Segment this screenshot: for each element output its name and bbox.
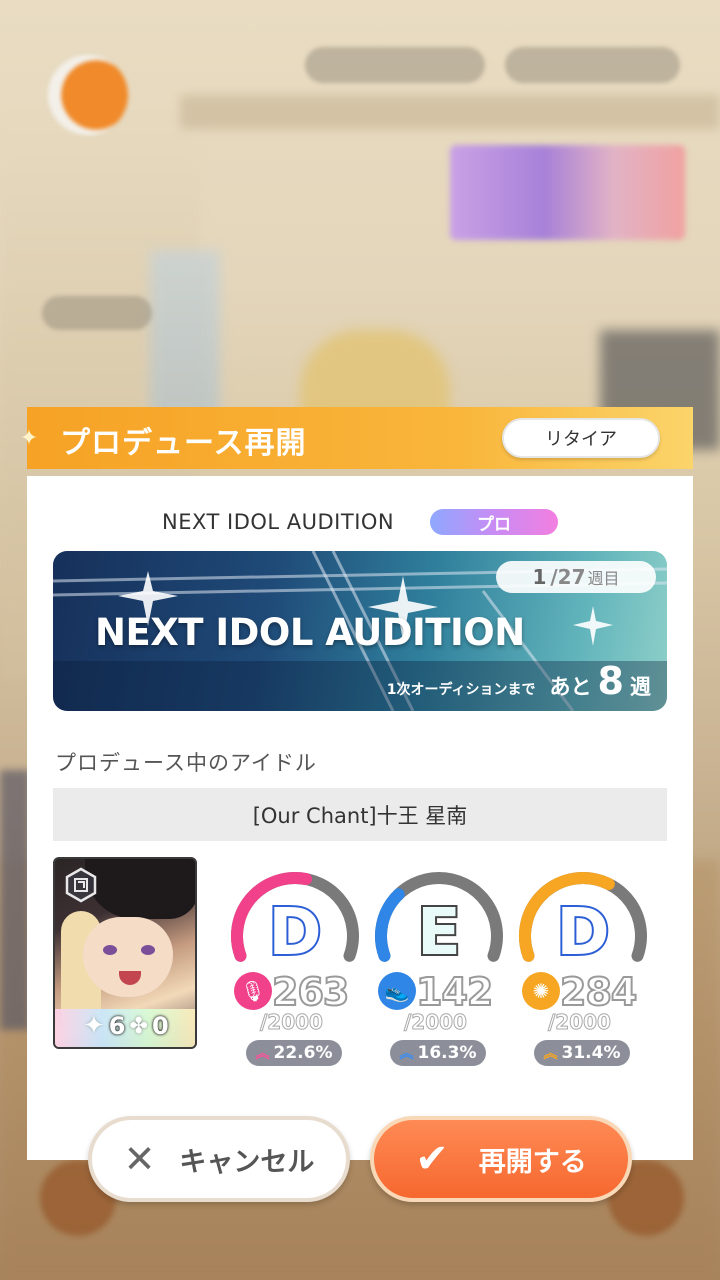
cancel-label: キャンセル	[179, 1146, 315, 1178]
sparkle-icon: ✦	[83, 1011, 105, 1041]
card-clover-count: 0	[151, 1012, 169, 1040]
double-chevron-up-icon: ︽	[255, 1046, 270, 1062]
visual-growth: ︽ 31.4%	[534, 1040, 630, 1066]
dance-param: E 👟 142 /2000 ︽ 16.3%	[372, 856, 512, 1076]
card-star-count: 6	[108, 1012, 126, 1040]
vocal-growth-value: 22.6%	[273, 1043, 333, 1063]
visual-icon: ✺	[522, 972, 560, 1010]
dance-growth: ︽ 16.3%	[390, 1040, 486, 1066]
check-icon: ✔	[415, 1136, 449, 1182]
close-icon: ✕	[123, 1137, 156, 1181]
resume-button[interactable]: ✔ 再開する	[370, 1116, 632, 1202]
dance-max: /2000	[404, 1010, 468, 1035]
dialog-title: プロデュース再開	[60, 426, 307, 461]
dance-growth-value: 16.3%	[417, 1043, 477, 1063]
card-stats: ✦ 6 ✤ 0	[83, 1011, 169, 1041]
producing-idol-label: プロデュース中のアイドル	[55, 751, 317, 775]
idol-name: [Our Chant]十王 星南	[53, 788, 667, 841]
countdown-unit: 週	[630, 675, 651, 699]
microphone-icon: 🎙	[234, 972, 272, 1010]
audition-name: NEXT IDOL AUDITION	[162, 510, 395, 534]
double-chevron-up-icon: ︽	[543, 1046, 558, 1062]
visual-param: D ✺ 284 /2000 ︽ 31.4%	[516, 856, 656, 1076]
sparkle-icon: ✦	[19, 426, 39, 451]
visual-grade: D	[554, 894, 611, 972]
vocal-growth: ︽ 22.6%	[246, 1040, 342, 1066]
background-avatar	[48, 55, 128, 135]
countdown-label: 1次オーディションまで	[386, 682, 536, 698]
card-type-icon	[65, 867, 97, 903]
vocal-max: /2000	[260, 1010, 324, 1035]
week-current: 1	[532, 565, 547, 589]
resume-label: 再開する	[478, 1146, 587, 1178]
cancel-button[interactable]: ✕ キャンセル	[88, 1116, 350, 1202]
shoe-icon: 👟	[378, 972, 416, 1010]
vocal-grade: D	[266, 894, 323, 972]
visual-max: /2000	[548, 1010, 612, 1035]
week-unit: 週目	[587, 569, 620, 588]
week-total: /27	[550, 565, 586, 589]
audition-banner: NEXT IDOL AUDITION 1 /27 週目 1次オーディションまで …	[53, 551, 667, 711]
visual-value: 284	[559, 969, 638, 1015]
difficulty-badge: プロ	[430, 509, 558, 535]
background-status-pill	[305, 47, 485, 83]
dance-value: 142	[415, 969, 494, 1015]
countdown-weeks: 8	[597, 659, 624, 703]
dance-grade: E	[415, 894, 463, 972]
visual-growth-value: 31.4%	[561, 1043, 621, 1063]
clover-icon: ✤	[129, 1013, 148, 1039]
vocal-param: D 🎙 263 /2000 ︽ 22.6%	[228, 856, 368, 1076]
background-status-pill	[505, 47, 680, 83]
banner-title: NEXT IDOL AUDITION	[95, 611, 525, 654]
week-indicator: 1 /27 週目	[496, 561, 656, 593]
retire-button[interactable]: リタイア	[502, 418, 660, 458]
double-chevron-up-icon: ︽	[399, 1046, 414, 1062]
vocal-value: 263	[271, 969, 350, 1015]
background-poster	[450, 145, 685, 240]
idol-card[interactable]: ✦ 6 ✤ 0	[53, 857, 197, 1049]
audition-countdown: 1次オーディションまで あと 8 週	[386, 659, 651, 703]
countdown-prefix: あと	[549, 675, 592, 699]
background-status-pill	[42, 296, 152, 330]
